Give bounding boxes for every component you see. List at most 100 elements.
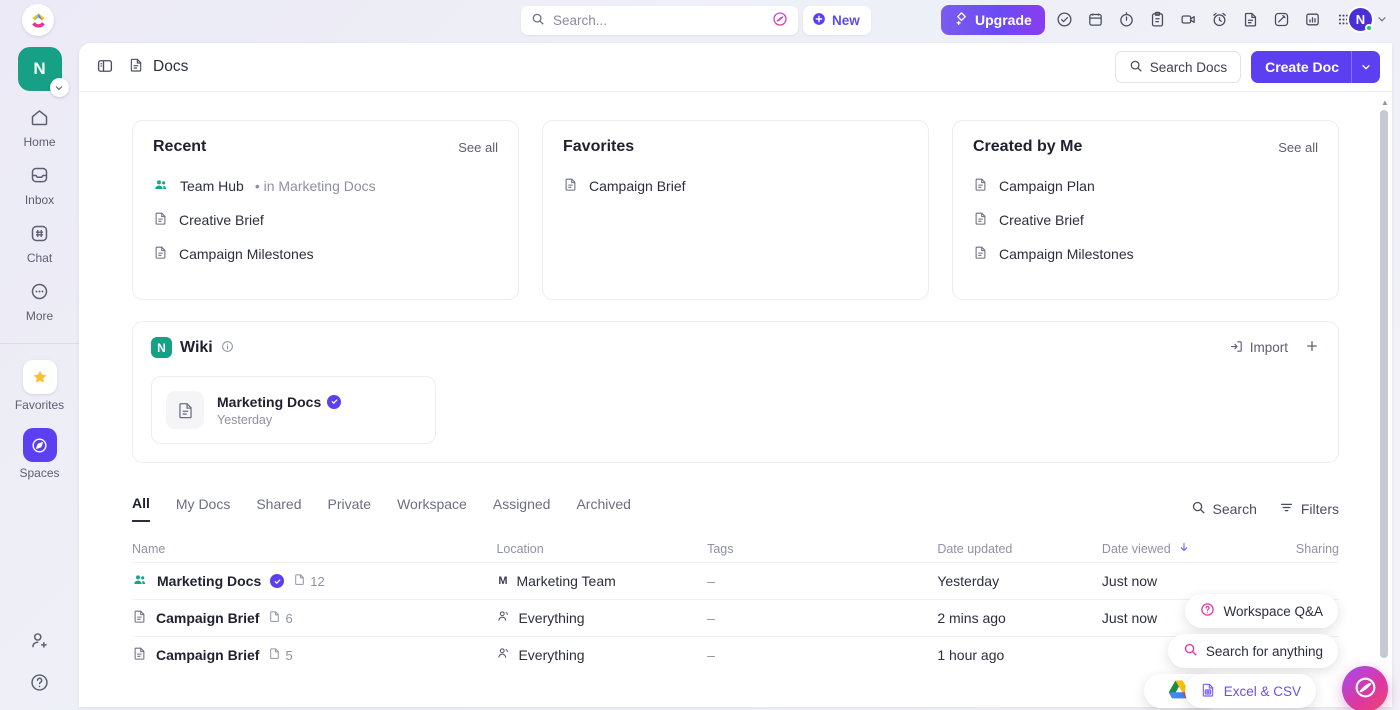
panel-toggle-icon[interactable]	[96, 57, 114, 78]
tab-assigned[interactable]: Assigned	[493, 496, 551, 521]
row-name-cell[interactable]: Campaign Brief 6	[132, 609, 496, 627]
ai-assistant-fab[interactable]	[1342, 666, 1388, 710]
ai-sparkle-icon[interactable]	[772, 11, 788, 30]
list-item[interactable]: Campaign Milestones	[153, 237, 498, 271]
tab-all[interactable]: All	[132, 495, 150, 522]
wiki-doc-card[interactable]: Marketing Docs Yesterday	[151, 376, 436, 444]
search-docs-button[interactable]: Search Docs	[1115, 51, 1241, 83]
list-item[interactable]: Creative Brief	[973, 203, 1318, 237]
row-name-label: Campaign Brief	[156, 647, 259, 663]
see-all-link[interactable]: See all	[1278, 140, 1318, 155]
arrow-down-icon[interactable]	[1178, 541, 1190, 556]
filters-label: Filters	[1301, 501, 1339, 517]
new-button[interactable]: New	[803, 6, 871, 35]
tab-private[interactable]: Private	[328, 496, 372, 521]
check-circle-icon[interactable]	[1050, 5, 1078, 33]
scrollbar-thumb[interactable]	[1380, 110, 1388, 658]
invite-user-icon[interactable]	[29, 630, 50, 654]
chevron-down-icon[interactable]	[50, 78, 69, 97]
list-item-label: Team Hub	[180, 178, 244, 194]
list-item[interactable]: Team Hub • in Marketing Docs	[153, 169, 498, 203]
wiki-doc-title-row: Marketing Docs	[217, 394, 341, 410]
global-search-bar[interactable]: Search...	[521, 6, 798, 35]
column-header-location[interactable]: Location	[496, 542, 707, 556]
row-name-cell[interactable]: Marketing Docs 12	[132, 572, 496, 591]
see-all-link[interactable]: See all	[458, 140, 498, 155]
chevron-down-icon[interactable]	[1376, 12, 1388, 28]
docs-tabs-actions: Search Filters	[1191, 500, 1339, 518]
row-location-cell[interactable]: Everything	[496, 646, 707, 664]
sidebar-item-favorites[interactable]: Favorites	[9, 360, 71, 412]
excel-csv-button[interactable]: Excel & CSV	[1185, 674, 1316, 708]
vertical-scrollbar[interactable]: ▲	[1380, 100, 1388, 698]
row-page-count-label: 5	[285, 648, 292, 663]
sidebar-item-more[interactable]: More	[9, 281, 71, 323]
doc-icon[interactable]	[1236, 5, 1264, 33]
sidebar-item-home[interactable]: Home	[9, 107, 71, 149]
panel-header: Docs Search Docs Create Doc	[79, 43, 1392, 92]
create-doc-button[interactable]: Create Doc	[1251, 51, 1380, 83]
pencil-edit-icon[interactable]	[1267, 5, 1295, 33]
sidebar-item-chat[interactable]: Chat	[9, 223, 71, 265]
row-name-cell[interactable]: Campaign Brief 5	[132, 646, 496, 664]
clipboard-icon[interactable]	[1143, 5, 1171, 33]
row-location-cell[interactable]: Everything	[496, 609, 707, 627]
list-item[interactable]: Campaign Plan	[973, 169, 1318, 203]
help-circle-icon[interactable]	[29, 672, 50, 696]
chevron-down-icon[interactable]	[1351, 51, 1380, 83]
row-page-count: 6	[268, 610, 292, 626]
clickup-logo-icon[interactable]	[22, 4, 54, 36]
plus-icon[interactable]	[1304, 338, 1320, 357]
import-button[interactable]: Import	[1229, 339, 1288, 357]
user-menu[interactable]: N	[1347, 6, 1388, 33]
column-header-name[interactable]: Name	[132, 542, 496, 556]
info-icon[interactable]	[221, 340, 234, 356]
sidebar-item-inbox[interactable]: Inbox	[9, 165, 71, 207]
sidebar-item-spaces[interactable]: Spaces	[9, 428, 71, 480]
row-page-count-label: 12	[310, 574, 324, 589]
upgrade-button[interactable]: Upgrade	[941, 5, 1045, 35]
table-row[interactable]: Campaign Brief 5	[132, 636, 1339, 673]
list-item-label: Campaign Plan	[999, 178, 1095, 194]
column-header-date-updated[interactable]: Date updated	[937, 542, 1102, 556]
location-badge: M	[496, 575, 509, 587]
calendar-icon[interactable]	[1081, 5, 1109, 33]
timer-icon[interactable]	[1112, 5, 1140, 33]
column-header-sharing[interactable]: Sharing	[1251, 542, 1339, 556]
list-item[interactable]: Campaign Milestones	[973, 237, 1318, 271]
row-tags-cell[interactable]: –	[707, 573, 937, 589]
card-recent: Recent See all Team Hub • in Marketing D…	[132, 120, 519, 300]
filters-button[interactable]: Filters	[1279, 500, 1339, 518]
tab-shared[interactable]: Shared	[256, 496, 301, 521]
workspace-switcher[interactable]: N	[18, 47, 62, 91]
row-tags-cell[interactable]: –	[707, 647, 937, 663]
sidebar-item-label: More	[26, 309, 53, 323]
table-row[interactable]: Campaign Brief 6	[132, 599, 1339, 636]
row-location-label: Everything	[518, 647, 584, 663]
list-item[interactable]: Campaign Brief	[563, 169, 908, 203]
row-date-updated-cell: Yesterday	[937, 573, 1102, 589]
sidebar-item-label: Favorites	[15, 398, 64, 412]
verified-badge-icon	[270, 574, 284, 588]
workspace-qa-button[interactable]: Workspace Q&A	[1185, 594, 1338, 628]
row-location-cell[interactable]: M Marketing Team	[496, 573, 707, 589]
scroll-up-arrow-icon[interactable]: ▲	[1381, 98, 1389, 107]
list-item[interactable]: Creative Brief	[153, 203, 498, 237]
alarm-clock-icon[interactable]	[1205, 5, 1233, 33]
search-input[interactable]: Search...	[553, 13, 764, 28]
table-search-button[interactable]: Search	[1191, 500, 1257, 518]
search-anything-button[interactable]: Search for anything	[1168, 634, 1338, 668]
import-label: Import	[1250, 340, 1288, 355]
tab-my-docs[interactable]: My Docs	[176, 496, 230, 521]
table-row[interactable]: Marketing Docs 12	[132, 562, 1339, 599]
avatar[interactable]: N	[1347, 6, 1374, 33]
column-header-date-viewed-label: Date viewed	[1102, 542, 1171, 556]
tab-workspace[interactable]: Workspace	[397, 496, 467, 521]
row-tags-cell[interactable]: –	[707, 610, 937, 626]
column-header-tags[interactable]: Tags	[707, 542, 937, 556]
bar-chart-icon[interactable]	[1298, 5, 1326, 33]
video-camera-icon[interactable]	[1174, 5, 1202, 33]
card-created-by-me: Created by Me See all Campaign Plan	[952, 120, 1339, 300]
tab-archived[interactable]: Archived	[576, 496, 630, 521]
column-header-date-viewed[interactable]: Date viewed	[1102, 541, 1251, 556]
